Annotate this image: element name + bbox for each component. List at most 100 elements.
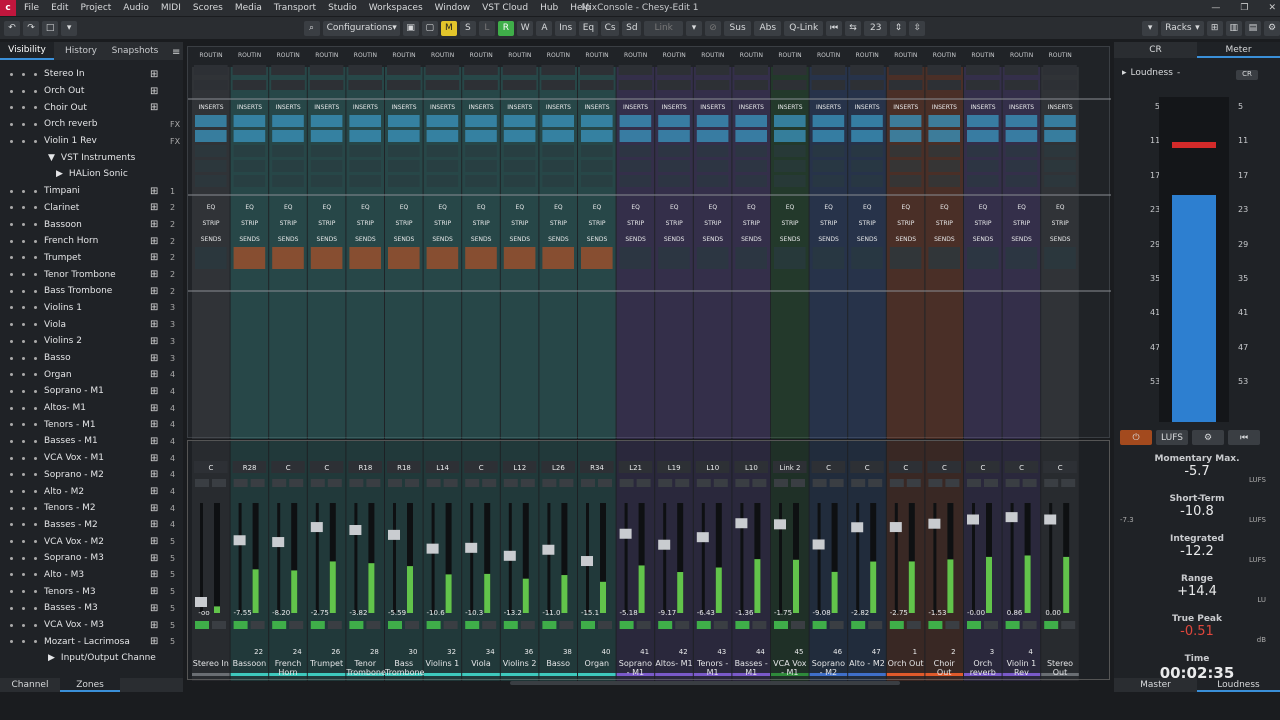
solo-button[interactable] bbox=[906, 479, 921, 487]
channel-name[interactable]: Altos- M1 bbox=[655, 659, 693, 668]
insert-slot[interactable] bbox=[233, 115, 266, 127]
mute-button[interactable] bbox=[426, 479, 441, 487]
visibility-dots[interactable] bbox=[0, 556, 44, 560]
insert-slot[interactable] bbox=[272, 175, 304, 187]
write-button[interactable] bbox=[868, 621, 883, 629]
insert-slot[interactable] bbox=[388, 130, 420, 142]
insert-slot[interactable] bbox=[388, 160, 420, 172]
insert-slot[interactable] bbox=[967, 175, 999, 187]
undo-icon[interactable]: ↶ bbox=[4, 20, 20, 36]
write-button[interactable] bbox=[1061, 621, 1076, 629]
write-button[interactable] bbox=[675, 621, 690, 629]
routing-label[interactable]: ROUTIN bbox=[817, 52, 840, 59]
track-visibility-row[interactable]: Organ ⊞ 4 bbox=[0, 366, 183, 383]
send-slot[interactable] bbox=[889, 247, 922, 269]
insert-slot[interactable] bbox=[812, 115, 845, 127]
track-visibility-row[interactable]: Violins 1 ⊞ 3 bbox=[0, 300, 183, 317]
link-dropdown-icon[interactable]: ▾ bbox=[686, 20, 703, 36]
channel-count[interactable]: 23 bbox=[864, 20, 888, 36]
strip-label[interactable]: STRIP bbox=[588, 220, 605, 227]
insert-slot[interactable] bbox=[696, 160, 729, 172]
insert-slot[interactable] bbox=[195, 160, 227, 172]
write-button[interactable] bbox=[636, 621, 651, 629]
insert-slot[interactable] bbox=[310, 145, 343, 157]
volume-readout[interactable]: -2.75 bbox=[311, 609, 329, 617]
insert-slot[interactable] bbox=[310, 160, 343, 172]
insert-slot[interactable] bbox=[967, 145, 999, 157]
track-visibility-row[interactable]: VCA Vox - M2 ⊞ 5 bbox=[0, 533, 183, 550]
mute-button[interactable] bbox=[349, 479, 364, 487]
mute-button[interactable]: M bbox=[440, 20, 457, 36]
volume-readout[interactable]: -oo bbox=[198, 609, 209, 617]
write-button[interactable] bbox=[250, 621, 265, 629]
redo-icon[interactable]: ↷ bbox=[23, 20, 39, 36]
visibility-dots[interactable] bbox=[0, 306, 44, 310]
tab-meter[interactable]: Meter bbox=[1197, 42, 1280, 58]
abs-button[interactable]: Abs bbox=[754, 20, 782, 36]
eq-label[interactable]: EQ bbox=[709, 204, 718, 211]
solo-button[interactable] bbox=[327, 479, 342, 487]
visibility-dots[interactable] bbox=[0, 206, 44, 210]
insert-slot[interactable] bbox=[581, 115, 613, 127]
read-button[interactable] bbox=[774, 621, 788, 629]
visibility-dots[interactable] bbox=[0, 89, 44, 93]
read-button[interactable] bbox=[735, 621, 750, 629]
routing-label[interactable]: ROUTIN bbox=[315, 52, 338, 59]
strip-label[interactable]: STRIP bbox=[241, 220, 258, 227]
write-button[interactable] bbox=[327, 621, 342, 629]
solo-button[interactable] bbox=[598, 479, 612, 487]
strip-label[interactable]: STRIP bbox=[280, 220, 297, 227]
menu-help[interactable]: Help bbox=[570, 3, 591, 13]
strip-label[interactable]: STRIP bbox=[627, 220, 644, 227]
write-button[interactable] bbox=[752, 621, 767, 629]
visibility-dots[interactable] bbox=[0, 256, 44, 260]
insert-slot[interactable] bbox=[619, 175, 652, 187]
insert-slot[interactable] bbox=[581, 175, 613, 187]
inserts-label[interactable]: INSERTS bbox=[623, 104, 648, 111]
channel-name[interactable]: Soprano - M1 bbox=[617, 659, 655, 677]
track-visibility-row[interactable]: Soprano - M3 ⊞ 5 bbox=[0, 550, 183, 567]
input-routing-slot[interactable] bbox=[773, 65, 807, 75]
track-visibility-row[interactable]: Basses - M3 ⊞ 5 bbox=[0, 600, 183, 617]
routing-label[interactable]: ROUTIN bbox=[392, 52, 415, 59]
send-slot[interactable] bbox=[1044, 247, 1076, 269]
output-routing-slot[interactable] bbox=[464, 80, 498, 90]
send-slot[interactable] bbox=[195, 247, 227, 269]
channel-name[interactable]: Violins 2 bbox=[501, 659, 539, 668]
visibility-dots[interactable] bbox=[0, 239, 44, 243]
insert-slot[interactable] bbox=[619, 160, 652, 172]
volume-readout[interactable]: -13.2 bbox=[504, 609, 522, 617]
fader-handle[interactable] bbox=[195, 597, 207, 607]
track-visibility-row[interactable]: Tenors - M1 ⊞ 4 bbox=[0, 416, 183, 433]
track-visibility-row[interactable]: Basses - M2 ⊞ 4 bbox=[0, 517, 183, 534]
send-slot[interactable] bbox=[619, 247, 652, 269]
inserts-button[interactable]: Ins bbox=[555, 20, 576, 36]
sends-label[interactable]: SENDS bbox=[703, 236, 724, 243]
sends-label[interactable]: SENDS bbox=[818, 236, 839, 243]
solo-button[interactable] bbox=[945, 479, 960, 487]
output-routing-slot[interactable] bbox=[387, 80, 421, 90]
insert-slot[interactable] bbox=[272, 160, 304, 172]
mute-button[interactable] bbox=[542, 479, 557, 487]
write-button[interactable] bbox=[443, 621, 458, 629]
folder-toggle-icon[interactable]: ▶ bbox=[56, 169, 63, 179]
read-button[interactable] bbox=[696, 621, 711, 629]
solo-button[interactable] bbox=[868, 479, 883, 487]
routing-label[interactable]: ROUTIN bbox=[701, 52, 724, 59]
input-routing-slot[interactable] bbox=[1004, 65, 1039, 75]
eq-label[interactable]: EQ bbox=[245, 204, 254, 211]
volume-readout[interactable]: 0.86 bbox=[1007, 609, 1023, 617]
routing-label[interactable]: ROUTIN bbox=[1049, 52, 1072, 59]
sends-label[interactable]: SENDS bbox=[780, 236, 801, 243]
eq-label[interactable]: EQ bbox=[824, 204, 833, 211]
routing-label[interactable]: ROUTIN bbox=[971, 52, 994, 59]
chevron-icon[interactable]: ▾ bbox=[1142, 20, 1159, 36]
menu-media[interactable]: Media bbox=[235, 3, 262, 13]
read-button[interactable] bbox=[465, 621, 480, 629]
input-routing-slot[interactable] bbox=[850, 65, 884, 75]
eq-label[interactable]: EQ bbox=[863, 204, 872, 211]
menu-studio[interactable]: Studio bbox=[328, 3, 357, 13]
insert-slot[interactable] bbox=[1005, 145, 1038, 157]
track-visibility-row[interactable]: Tenors - M3 ⊞ 5 bbox=[0, 583, 183, 600]
solo-button[interactable] bbox=[559, 479, 574, 487]
